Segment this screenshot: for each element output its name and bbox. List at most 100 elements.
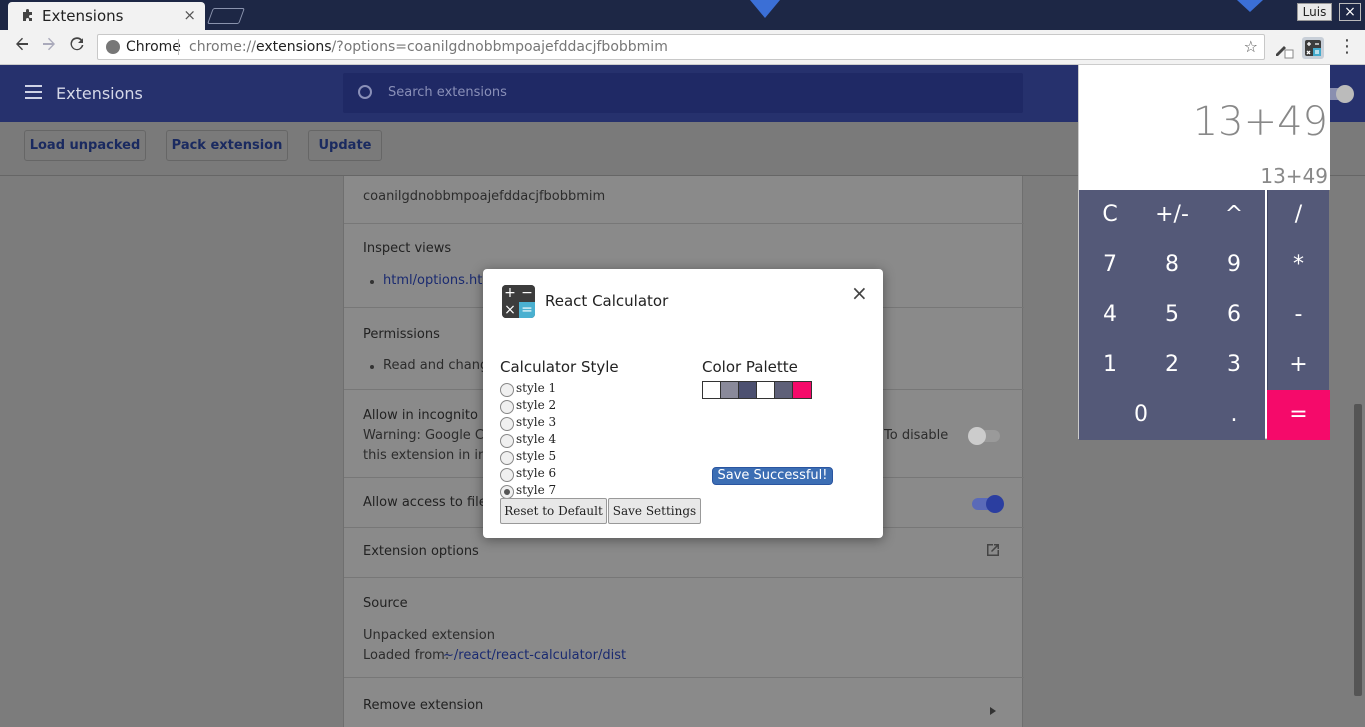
new-tab-button[interactable] — [207, 8, 245, 24]
key-2[interactable]: 2 — [1141, 340, 1203, 390]
react-calculator-logo: + − × = — [502, 285, 535, 318]
color-swatch — [721, 382, 739, 398]
color-palette-swatches — [702, 381, 812, 399]
key-equals[interactable]: = — [1267, 390, 1330, 440]
calculator-extension-icon[interactable] — [1302, 37, 1324, 59]
arrow-right-icon — [43, 37, 55, 51]
permissions-label: Permissions — [363, 327, 440, 342]
key-1[interactable]: 1 — [1079, 340, 1141, 390]
extension-id: coanilgdnobbmpoajefddacjfbobbmim — [363, 189, 606, 204]
key-divide[interactable]: / — [1267, 190, 1329, 240]
tab-title: Extensions — [42, 7, 124, 25]
color-swatch — [793, 382, 811, 398]
reload-icon — [70, 37, 84, 51]
pack-extension-button[interactable]: Pack extension — [166, 130, 288, 161]
inspect-view-link[interactable]: html/options.html — [383, 273, 499, 288]
radio-button[interactable] — [500, 417, 514, 431]
id-row: coanilgdnobbmpoajefddacjfbobbmim — [344, 176, 1024, 224]
key-5[interactable]: 5 — [1141, 290, 1203, 340]
omnibox-url[interactable]: chrome://extensions/?options=coanilgdnob… — [189, 39, 668, 55]
key-4[interactable]: 4 — [1079, 290, 1141, 340]
hamburger-menu-icon[interactable] — [25, 85, 42, 99]
calculator-popup: 13+49 13+49 C +/- ^ / 7 8 9 * 4 5 6 - 1 … — [1078, 64, 1330, 440]
radio-button[interactable] — [500, 434, 514, 448]
incognito-warning-tail: To disable — [884, 428, 949, 443]
dialog-close-icon[interactable]: × — [851, 281, 868, 305]
back-button[interactable] — [11, 36, 33, 58]
update-button[interactable]: Update — [308, 130, 382, 161]
arrow-left-icon — [16, 37, 28, 51]
forward-button[interactable] — [38, 36, 60, 58]
browser-toolbar: Chrome chrome://extensions/?options=coan… — [0, 30, 1365, 65]
chrome-icon — [106, 40, 120, 54]
tab-strip: Extensions × Luis × — [0, 0, 1365, 30]
open-in-new-icon[interactable] — [985, 542, 1001, 562]
remove-extension-row[interactable]: Remove extension — [344, 678, 1024, 727]
bullet — [370, 280, 374, 284]
calculator-result: 13+49 — [1260, 164, 1328, 188]
key-subtract[interactable]: - — [1267, 290, 1329, 340]
inspect-views-label: Inspect views — [363, 241, 452, 256]
radio-button[interactable] — [500, 451, 514, 465]
source-type: Unpacked extension — [363, 628, 495, 643]
address-bar[interactable]: Chrome chrome://extensions/?options=coan… — [97, 34, 1265, 60]
scrollbar-thumb[interactable] — [1354, 404, 1362, 696]
key-clear[interactable]: C — [1079, 190, 1141, 240]
pencil-extension-icon[interactable] — [1272, 37, 1294, 59]
calculator-expression: 13+49 — [1192, 99, 1328, 145]
profile-button[interactable]: Luis — [1297, 3, 1332, 21]
tab-extensions[interactable]: Extensions × — [8, 2, 205, 30]
key-9[interactable]: 9 — [1203, 240, 1265, 290]
key-7[interactable]: 7 — [1079, 240, 1141, 290]
extension-options-label[interactable]: Extension options — [363, 544, 479, 559]
key-negate[interactable]: +/- — [1141, 190, 1203, 240]
search-extensions-input[interactable]: Search extensions — [343, 73, 1023, 113]
bookmark-star-icon[interactable]: ☆ — [1244, 37, 1258, 56]
file-access-toggle[interactable] — [972, 495, 1004, 513]
options-dialog: + − × = React Calculator × Calculator St… — [483, 269, 883, 538]
key-6[interactable]: 6 — [1203, 290, 1265, 340]
key-8[interactable]: 8 — [1141, 240, 1203, 290]
chevron-right-icon — [990, 700, 996, 719]
radio-button[interactable] — [500, 383, 514, 397]
load-unpacked-button[interactable]: Load unpacked — [24, 130, 146, 161]
menu-icon[interactable]: ⋮ — [1338, 36, 1356, 57]
permission-item: Read and change — [383, 358, 497, 373]
calculator-keypad: C +/- ^ / 7 8 9 * 4 5 6 - 1 2 3 + 0 . = — [1079, 190, 1330, 440]
color-swatch — [775, 382, 793, 398]
calculator-style-heading: Calculator Style — [500, 358, 619, 376]
incognito-label: Allow in incognito — [363, 408, 478, 423]
loaded-from-label: Loaded from: — [363, 648, 450, 663]
key-add[interactable]: + — [1267, 340, 1329, 390]
bullet — [370, 365, 374, 369]
incognito-toggle[interactable] — [968, 427, 1000, 445]
radio-button[interactable] — [500, 468, 514, 482]
radio-button-selected[interactable] — [500, 485, 514, 499]
reset-to-default-button[interactable]: Reset to Default — [500, 498, 607, 524]
source-label: Source — [363, 596, 408, 611]
key-0[interactable]: 0 — [1079, 390, 1203, 440]
source-row: Source Unpacked extension Loaded from: ~… — [344, 578, 1024, 678]
radio-button[interactable] — [500, 400, 514, 414]
puzzle-icon — [21, 8, 37, 24]
page-scrollbar[interactable] — [1351, 176, 1365, 727]
key-multiply[interactable]: * — [1267, 240, 1329, 290]
dialog-title: React Calculator — [545, 292, 669, 310]
remove-extension-label[interactable]: Remove extension — [363, 698, 483, 713]
omnibox-separator — [178, 39, 179, 55]
color-swatch — [739, 382, 757, 398]
search-placeholder: Search extensions — [388, 85, 507, 100]
reload-button[interactable] — [66, 36, 88, 58]
save-status-badge: Save Successful! — [712, 467, 833, 485]
key-power[interactable]: ^ — [1203, 190, 1265, 240]
tab-close-icon[interactable]: × — [183, 6, 196, 24]
save-settings-button[interactable]: Save Settings — [608, 498, 701, 524]
window-close-button[interactable]: × — [1339, 3, 1361, 21]
search-icon — [358, 85, 372, 99]
key-3[interactable]: 3 — [1203, 340, 1265, 390]
page-title: Extensions — [56, 84, 143, 103]
loaded-from-path-link[interactable]: ~/react/react-calculator/dist — [443, 648, 626, 663]
decorative-triangle — [1237, 0, 1263, 12]
key-decimal[interactable]: . — [1203, 390, 1265, 440]
omnibox-origin: Chrome — [126, 39, 181, 55]
